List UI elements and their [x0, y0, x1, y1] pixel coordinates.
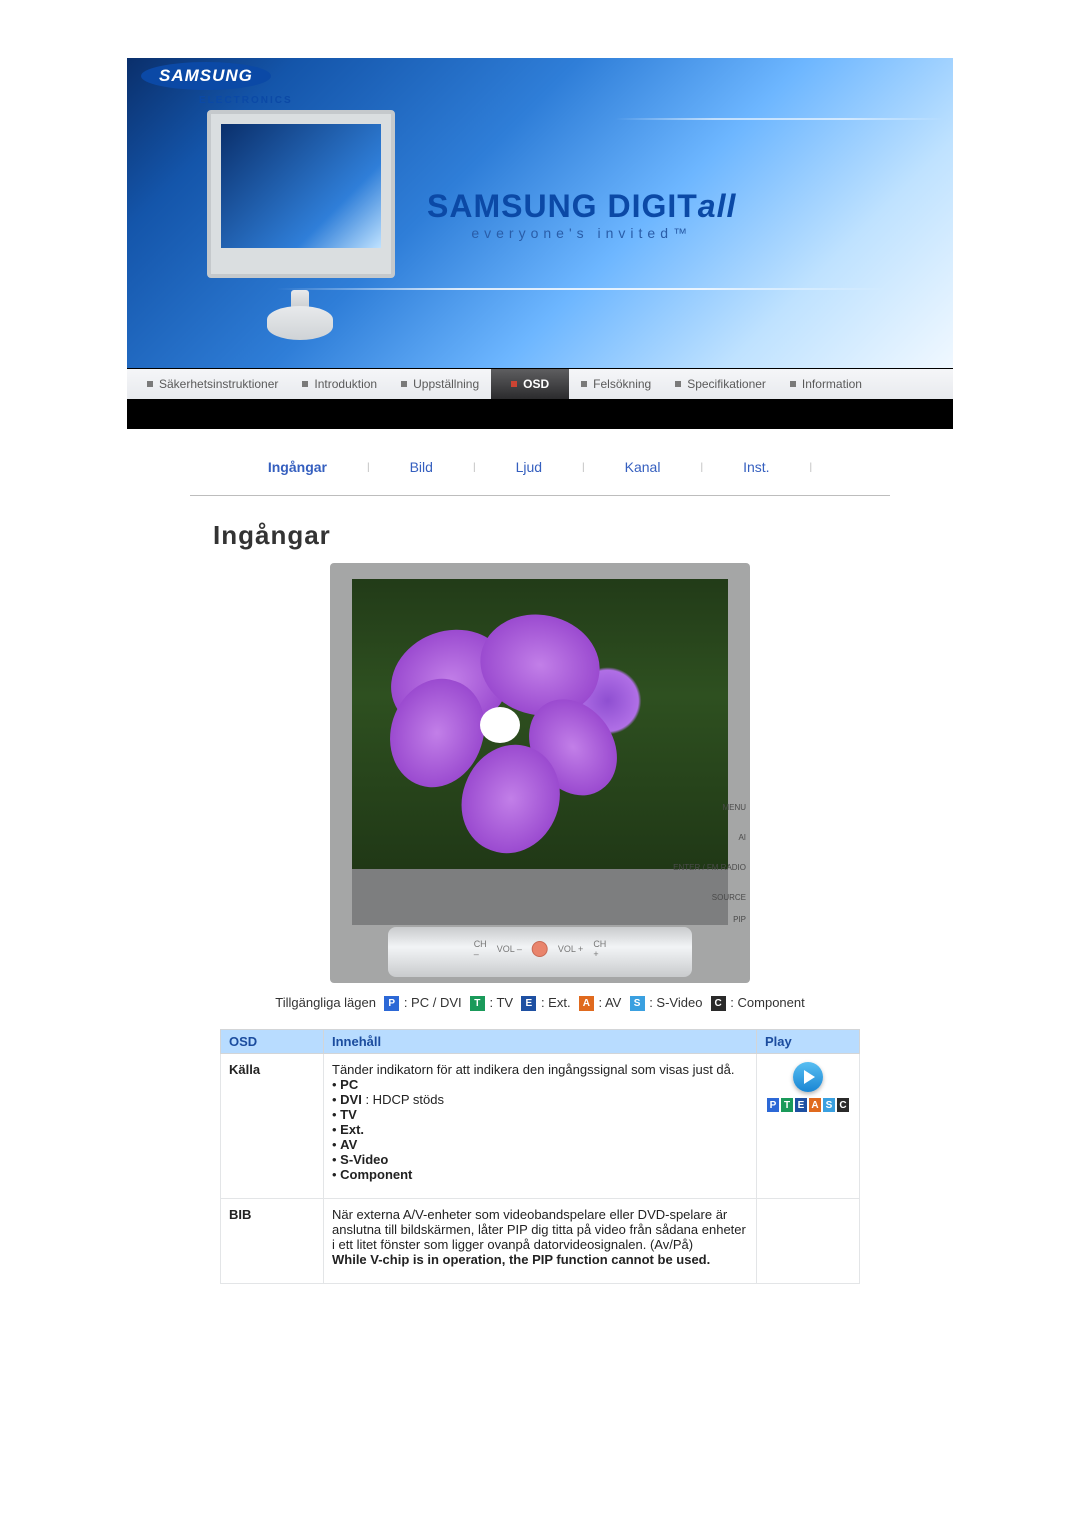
subnav-picture[interactable]: Bild — [410, 459, 433, 475]
desc-note: While V-chip is in operation, the PIP fu… — [332, 1252, 710, 1267]
mode-a: : AV — [598, 995, 621, 1010]
desc-intro: Tänder indikatorn för att indikera den i… — [332, 1062, 735, 1077]
nav-setup[interactable]: Uppställning — [389, 369, 491, 399]
nav-label: Uppställning — [413, 377, 479, 391]
power-icon — [532, 941, 548, 957]
subnav-sound[interactable]: Ljud — [516, 459, 542, 475]
nav-introduction[interactable]: Introduktion — [290, 369, 389, 399]
subnav-settings[interactable]: Inst. — [743, 459, 769, 475]
bullet-icon — [302, 381, 308, 387]
bullet: AV — [340, 1137, 357, 1152]
nav-spec[interactable]: Specifikationer — [663, 369, 778, 399]
logo: SAMSUNG ELECTRONICS — [141, 62, 293, 108]
brand-ital: all — [698, 188, 737, 224]
mode-e: : Ext. — [541, 995, 571, 1010]
badge-e-icon: E — [521, 996, 536, 1011]
badge-s-icon: S — [823, 1098, 835, 1112]
logo-brand: SAMSUNG — [141, 62, 271, 90]
fig-label-source: SOURCE — [712, 893, 746, 902]
osd-table: OSD Innehåll Play Källa Tänder indikator… — [220, 1029, 860, 1284]
badge-p-icon: P — [767, 1098, 779, 1112]
mode-s: : S-Video — [649, 995, 702, 1010]
subnav-inputs[interactable]: Ingångar — [268, 459, 327, 475]
brand-tagline: everyone's invited™ — [427, 225, 736, 241]
table-row: BIB När externa A/V-enheter som videoban… — [221, 1199, 860, 1284]
sub-nav: Ingångar| Bild| Ljud| Kanal| Inst.| — [127, 429, 953, 491]
main-nav: Säkerhetsinstruktioner Introduktion Upps… — [127, 368, 953, 403]
bullet: S-Video — [340, 1152, 388, 1167]
play-badges: P T E A S C — [765, 1098, 851, 1112]
play-cell — [757, 1199, 860, 1284]
bullet: Ext. — [340, 1122, 364, 1137]
bullet-icon — [401, 381, 407, 387]
hero-banner: SAMSUNG ELECTRONICS SAMSUNG DIGITall eve… — [127, 58, 953, 368]
product-figure: MENU AI ENTER / FM RADIO SOURCE PIP CH– … — [330, 563, 750, 983]
hero-monitor-graphic — [207, 110, 427, 340]
logo-subbrand: ELECTRONICS — [199, 95, 293, 106]
nav-info[interactable]: Information — [778, 369, 874, 399]
osd-name: Källa — [221, 1054, 324, 1199]
badge-a-icon: A — [579, 996, 594, 1011]
badge-c-icon: C — [837, 1098, 849, 1112]
desc-intro: När externa A/V-enheter som videobandspe… — [332, 1207, 746, 1252]
fig-label-ai: AI — [738, 833, 746, 842]
nav-security[interactable]: Säkerhetsinstruktioner — [135, 369, 290, 399]
brand-prefix: SAMSUNG DIGIT — [427, 188, 698, 224]
badge-a-icon: A — [809, 1098, 821, 1112]
th-osd: OSD — [221, 1030, 324, 1054]
mode-p: : PC / DVI — [404, 995, 462, 1010]
nav-label: Specifikationer — [687, 377, 766, 391]
table-row: Källa Tänder indikatorn för att indikera… — [221, 1054, 860, 1199]
bullet-icon — [147, 381, 153, 387]
play-icon[interactable] — [793, 1062, 823, 1092]
bullet: PC — [340, 1077, 358, 1092]
nav-label: Säkerhetsinstruktioner — [159, 377, 278, 391]
nav-troubleshoot[interactable]: Felsökning — [569, 369, 663, 399]
bullet: DVI — [340, 1092, 362, 1107]
modes-prefix: Tillgängliga lägen — [275, 995, 376, 1010]
nav-label: Felsökning — [593, 377, 651, 391]
osd-desc: När externa A/V-enheter som videobandspe… — [324, 1199, 757, 1284]
osd-desc: Tänder indikatorn för att indikera den i… — [324, 1054, 757, 1199]
vol-down: VOL – — [497, 944, 522, 954]
available-modes: Tillgängliga lägen P : PC / DVI T : TV E… — [127, 983, 953, 1019]
th-play: Play — [757, 1030, 860, 1054]
bullet-icon — [581, 381, 587, 387]
badge-c-icon: C — [711, 996, 726, 1011]
bullet-icon — [511, 381, 517, 387]
osd-name: BIB — [221, 1199, 324, 1284]
bullet: TV — [340, 1107, 357, 1122]
play-cell: P T E A S C — [757, 1054, 860, 1199]
nav-label: OSD — [523, 377, 549, 391]
vol-up: VOL + — [558, 944, 583, 954]
bullet-icon — [790, 381, 796, 387]
mode-t: : TV — [489, 995, 513, 1010]
badge-p-icon: P — [384, 996, 399, 1011]
th-content: Innehåll — [324, 1030, 757, 1054]
nav-underbar — [127, 403, 953, 429]
subnav-channel[interactable]: Kanal — [625, 459, 661, 475]
page-title: Ingångar — [213, 520, 953, 551]
mode-c: : Component — [730, 995, 804, 1010]
badge-t-icon: T — [470, 996, 485, 1011]
figure-controls: CH– VOL – VOL + CH+ — [474, 939, 607, 959]
fig-label-enter: ENTER / FM RADIO — [673, 863, 746, 872]
bullet-icon — [675, 381, 681, 387]
fig-label-menu: MENU — [722, 803, 746, 812]
badge-e-icon: E — [795, 1098, 807, 1112]
hero-brand-text: SAMSUNG DIGITall everyone's invited™ — [427, 188, 736, 241]
nav-label: Information — [802, 377, 862, 391]
nav-osd[interactable]: OSD — [491, 369, 569, 399]
fig-label-pip: PIP — [733, 915, 746, 924]
bullet: Component — [340, 1167, 412, 1182]
nav-label: Introduktion — [314, 377, 377, 391]
badge-t-icon: T — [781, 1098, 793, 1112]
divider — [190, 495, 890, 496]
badge-s-icon: S — [630, 996, 645, 1011]
